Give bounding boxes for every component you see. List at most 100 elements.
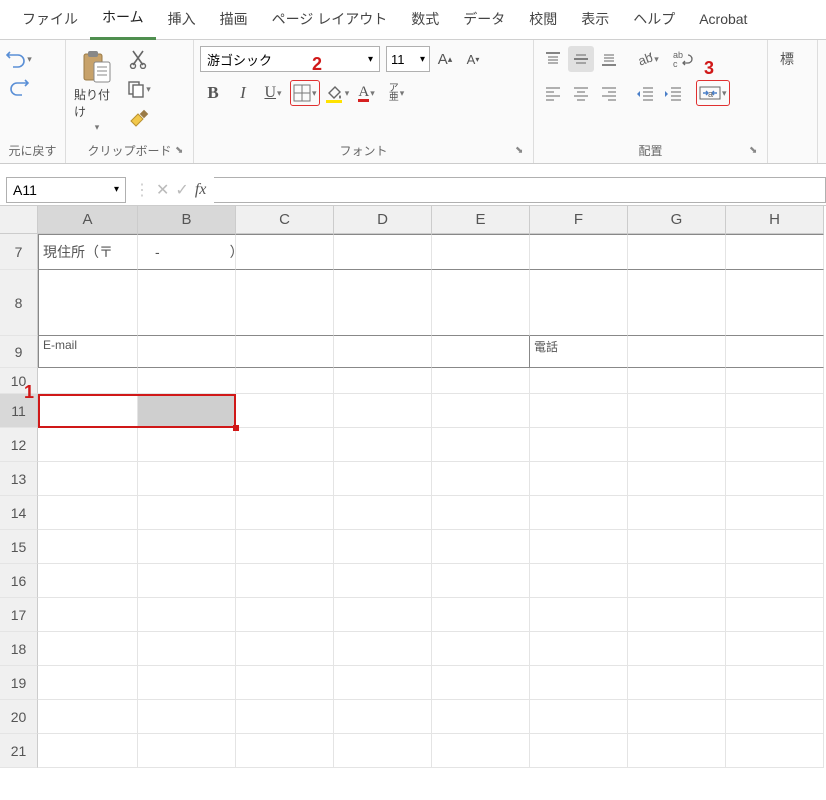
cell-B10[interactable]: [138, 368, 236, 394]
name-box[interactable]: A11 ▾: [6, 177, 126, 203]
cell-G16[interactable]: [628, 564, 726, 598]
tab-data[interactable]: データ: [451, 1, 517, 39]
font-name-select[interactable]: 游ゴシック ▾: [200, 46, 380, 72]
cell-H20[interactable]: [726, 700, 824, 734]
cell-C13[interactable]: [236, 462, 334, 496]
number-format-partial[interactable]: 標: [774, 46, 800, 72]
row-head-17[interactable]: 17: [0, 598, 38, 632]
cell-F16[interactable]: [530, 564, 628, 598]
cell-C18[interactable]: [236, 632, 334, 666]
cell-D12[interactable]: [334, 428, 432, 462]
cell-E15[interactable]: [432, 530, 530, 564]
cell-A21[interactable]: [38, 734, 138, 768]
cell-B7[interactable]: [138, 234, 236, 270]
cell-C14[interactable]: [236, 496, 334, 530]
cell-D8[interactable]: [334, 270, 432, 336]
cell-A18[interactable]: [38, 632, 138, 666]
ruby-button[interactable]: ア 亜 ▾: [384, 80, 410, 106]
paste-button[interactable]: 貼り付け ▾: [72, 46, 122, 137]
cell-H7[interactable]: [726, 234, 824, 270]
cell-G13[interactable]: [628, 462, 726, 496]
cell-F17[interactable]: [530, 598, 628, 632]
cell-E9[interactable]: [432, 336, 530, 368]
cell-B8[interactable]: [138, 270, 236, 336]
cell-F12[interactable]: [530, 428, 628, 462]
cell-F13[interactable]: [530, 462, 628, 496]
tab-page-layout[interactable]: ページ レイアウト: [260, 1, 400, 39]
cut-button[interactable]: [126, 46, 152, 72]
cell-A15[interactable]: [38, 530, 138, 564]
cell-D11[interactable]: [334, 394, 432, 428]
cell-D15[interactable]: [334, 530, 432, 564]
tab-home[interactable]: ホーム: [90, 0, 156, 40]
cell-C8[interactable]: [236, 270, 334, 336]
cell-C21[interactable]: [236, 734, 334, 768]
align-left-button[interactable]: [540, 80, 566, 106]
italic-button[interactable]: I: [230, 80, 256, 106]
cell-C17[interactable]: [236, 598, 334, 632]
cell-H13[interactable]: [726, 462, 824, 496]
cell-B9[interactable]: [138, 336, 236, 368]
cell-D14[interactable]: [334, 496, 432, 530]
cell-H17[interactable]: [726, 598, 824, 632]
row-head-21[interactable]: 21: [0, 734, 38, 768]
cell-H14[interactable]: [726, 496, 824, 530]
align-top-button[interactable]: [540, 46, 566, 72]
cell-E17[interactable]: [432, 598, 530, 632]
cell-C7[interactable]: [236, 234, 334, 270]
cell-A19[interactable]: [38, 666, 138, 700]
cell-C19[interactable]: [236, 666, 334, 700]
cell-F20[interactable]: [530, 700, 628, 734]
cell-A8[interactable]: [38, 270, 138, 336]
cell-H21[interactable]: [726, 734, 824, 768]
fx-button[interactable]: fx: [195, 181, 207, 199]
increase-font-button[interactable]: A▴: [432, 46, 458, 72]
cell-B20[interactable]: [138, 700, 236, 734]
cell-E10[interactable]: [432, 368, 530, 394]
cell-G17[interactable]: [628, 598, 726, 632]
cell-F18[interactable]: [530, 632, 628, 666]
fill-color-button[interactable]: ▾: [324, 80, 350, 106]
cancel-formula-button[interactable]: ✕: [156, 180, 169, 200]
cell-E8[interactable]: [432, 270, 530, 336]
confirm-formula-button[interactable]: ✓: [175, 180, 188, 200]
cell-G20[interactable]: [628, 700, 726, 734]
bold-button[interactable]: B: [200, 80, 226, 106]
cell-F21[interactable]: [530, 734, 628, 768]
cell-A14[interactable]: [38, 496, 138, 530]
font-size-select[interactable]: 11 ▾: [386, 46, 430, 72]
cell-G18[interactable]: [628, 632, 726, 666]
cell-E20[interactable]: [432, 700, 530, 734]
col-head-H[interactable]: H: [726, 206, 824, 234]
cell-B18[interactable]: [138, 632, 236, 666]
cell-A13[interactable]: [38, 462, 138, 496]
cell-F9[interactable]: 電話: [530, 336, 628, 368]
cell-H9[interactable]: [726, 336, 824, 368]
cell-B12[interactable]: [138, 428, 236, 462]
row-head-12[interactable]: 12: [0, 428, 38, 462]
formula-input[interactable]: [214, 177, 826, 203]
cell-E21[interactable]: [432, 734, 530, 768]
cell-B21[interactable]: [138, 734, 236, 768]
cell-B15[interactable]: [138, 530, 236, 564]
cell-D19[interactable]: [334, 666, 432, 700]
font-color-button[interactable]: A ▾: [354, 80, 380, 106]
cell-E13[interactable]: [432, 462, 530, 496]
align-center-button[interactable]: [568, 80, 594, 106]
tab-review[interactable]: 校閲: [517, 1, 569, 39]
cell-G12[interactable]: [628, 428, 726, 462]
cell-E14[interactable]: [432, 496, 530, 530]
format-painter-button[interactable]: [126, 106, 152, 132]
borders-button[interactable]: ▾: [290, 80, 320, 106]
cell-F15[interactable]: [530, 530, 628, 564]
cell-H18[interactable]: [726, 632, 824, 666]
cell-D18[interactable]: [334, 632, 432, 666]
align-bottom-button[interactable]: [596, 46, 622, 72]
cell-D13[interactable]: [334, 462, 432, 496]
tab-draw[interactable]: 描画: [208, 1, 260, 39]
row-head-8[interactable]: 8: [0, 270, 38, 336]
cell-H15[interactable]: [726, 530, 824, 564]
clipboard-launcher[interactable]: ⬊: [175, 145, 189, 159]
cell-A9[interactable]: E-mail: [38, 336, 138, 368]
tab-acrobat[interactable]: Acrobat: [687, 3, 759, 37]
